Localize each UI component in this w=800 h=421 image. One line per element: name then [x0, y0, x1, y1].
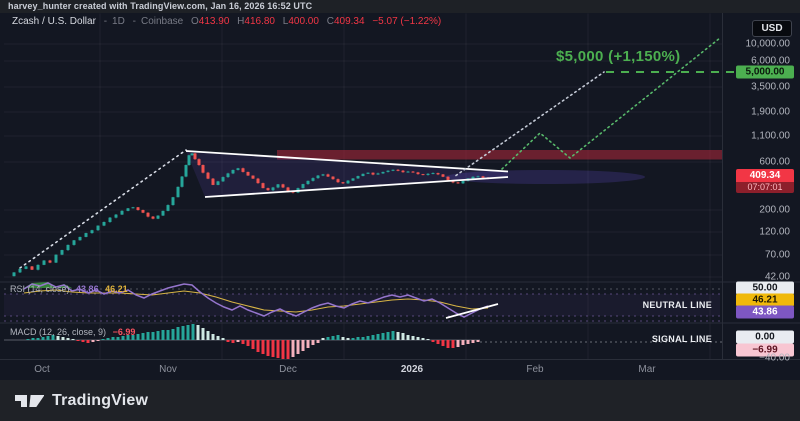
- price-scale-label: 600.00: [759, 156, 790, 168]
- breakout-glow: [445, 170, 645, 184]
- price-scale-label: 120.00: [759, 226, 790, 238]
- rsi-label[interactable]: RSI (14, close): [10, 284, 70, 294]
- macd-value: −6.99: [112, 327, 136, 337]
- ohlc-o-value: 413.90: [198, 16, 230, 27]
- projection-trendline[interactable]: [455, 71, 605, 177]
- macd-label[interactable]: MACD (12, 26, close, 9): [10, 327, 106, 337]
- ohlc-l-value: 400.00: [288, 16, 319, 27]
- symbol-legend[interactable]: Zcash / U.S. Dollar -1D - Coinbase O413.9…: [12, 16, 441, 27]
- price-scale-label: 1,100.00: [751, 130, 790, 142]
- time-axis-label: Nov: [159, 364, 177, 375]
- last-price-countdown-label: 409.34 07:07:01: [736, 169, 794, 193]
- ohlc-c-key: C: [326, 16, 334, 27]
- attribution-text: harvey_hunter created with TradingView.c…: [8, 1, 313, 11]
- rsi-value: 43.86: [76, 284, 99, 294]
- tradingview-logo-link[interactable]: TradingView: [14, 391, 148, 411]
- tradingview-logo-icon: [15, 394, 44, 407]
- price-scale-badge: 43.86: [736, 305, 794, 319]
- change-value: −5.07 (−1.22%): [372, 16, 442, 27]
- time-axis-label: 2026: [400, 364, 424, 375]
- price-target-annotation[interactable]: $5,000 (+1,150%): [556, 48, 680, 65]
- symbol-title[interactable]: Zcash / U.S. Dollar: [12, 16, 96, 27]
- macd-legend[interactable]: MACD (12, 26, close, 9) −6.99: [10, 327, 135, 337]
- currency-toggle-button[interactable]: USD: [752, 20, 792, 37]
- price-scale-label: 70.00: [764, 249, 790, 261]
- time-axis-label: Feb: [526, 364, 544, 375]
- rsi-ma-value: 46.21: [105, 284, 128, 294]
- attribution-bar: harvey_hunter created with TradingView.c…: [0, 0, 800, 13]
- neutral-line-label[interactable]: NEUTRAL LINE: [602, 300, 712, 310]
- signal-line-label[interactable]: SIGNAL LINE: [602, 334, 712, 344]
- interval-label[interactable]: -: [104, 16, 107, 27]
- price-scale-label: 1,900.00: [751, 106, 790, 118]
- rsi-legend[interactable]: RSI (14, close) 43.86 46.21: [10, 284, 128, 294]
- time-axis-label: Dec: [279, 364, 297, 375]
- time-axis-label: Oct: [34, 364, 50, 375]
- ohlc-h-value: 416.80: [244, 16, 275, 27]
- price-scale-label: 10,000.00: [745, 38, 791, 50]
- ohlc-o-key: O: [191, 16, 199, 27]
- ohlc-c-value: 409.34: [333, 16, 365, 27]
- price-scale-badge: 0.00: [736, 330, 794, 344]
- price-scale[interactable]: 10,000.00 6,000.00 5,000.00 3,500.00 1,900.0…: [723, 13, 800, 364]
- tradingview-logo-text: TradingView: [52, 391, 149, 409]
- price-scale-label: 200.00: [759, 204, 790, 216]
- resistance-zone[interactable]: [277, 150, 723, 160]
- time-axis[interactable]: Oct Nov Dec 2026 Feb Mar: [0, 360, 800, 380]
- exchange-label: Coinbase: [140, 16, 184, 27]
- uptrend-dotted-line[interactable]: [19, 149, 187, 269]
- footer-bar: TradingView: [0, 380, 800, 421]
- price-scale-badge: 5,000.00: [736, 65, 794, 79]
- price-scale-label: 3,500.00: [751, 81, 790, 93]
- time-axis-label: Mar: [638, 364, 656, 375]
